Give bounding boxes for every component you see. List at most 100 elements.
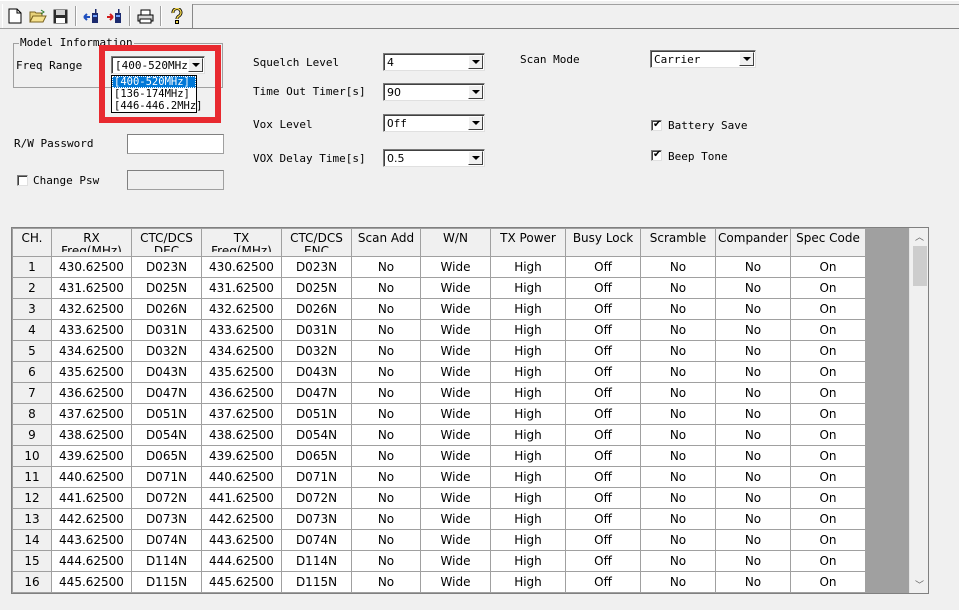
table-cell[interactable]: On: [790, 256, 866, 278]
channel-number-cell[interactable]: 2: [12, 277, 52, 299]
table-cell[interactable]: D073N: [131, 508, 202, 530]
table-cell[interactable]: High: [490, 571, 566, 593]
table-cell[interactable]: No: [351, 571, 421, 593]
table-cell[interactable]: No: [351, 382, 421, 404]
table-cell[interactable]: On: [790, 445, 866, 467]
table-cell[interactable]: Wide: [420, 361, 491, 383]
table-cell[interactable]: No: [715, 382, 791, 404]
table-cell[interactable]: 443.62500: [51, 529, 132, 551]
table-cell[interactable]: 437.62500: [201, 403, 282, 425]
squelch-level-dropdown-button[interactable]: [468, 55, 483, 69]
table-cell[interactable]: 433.62500: [51, 319, 132, 341]
new-file-button[interactable]: [3, 5, 26, 27]
table-cell[interactable]: Off: [565, 487, 641, 509]
table-cell[interactable]: D072N: [281, 487, 352, 509]
print-button[interactable]: [134, 5, 157, 27]
table-cell[interactable]: Wide: [420, 529, 491, 551]
table-cell[interactable]: Off: [565, 445, 641, 467]
table-cell[interactable]: No: [715, 298, 791, 320]
table-cell[interactable]: 435.62500: [51, 361, 132, 383]
table-cell[interactable]: 444.62500: [51, 550, 132, 572]
channel-number-cell[interactable]: 1: [12, 256, 52, 278]
channel-number-cell[interactable]: 15: [12, 550, 52, 572]
table-cell[interactable]: No: [640, 466, 716, 488]
table-cell[interactable]: Off: [565, 319, 641, 341]
table-cell[interactable]: D071N: [281, 466, 352, 488]
table-cell[interactable]: No: [640, 550, 716, 572]
table-cell[interactable]: Wide: [420, 277, 491, 299]
table-cell[interactable]: No: [351, 424, 421, 446]
table-cell[interactable]: 437.62500: [51, 403, 132, 425]
table-cell[interactable]: Off: [565, 508, 641, 530]
table-cell[interactable]: D114N: [131, 550, 202, 572]
table-cell[interactable]: Wide: [420, 256, 491, 278]
table-cell[interactable]: No: [715, 403, 791, 425]
channel-number-cell[interactable]: 4: [12, 319, 52, 341]
table-cell[interactable]: 432.62500: [51, 298, 132, 320]
table-cell[interactable]: High: [490, 508, 566, 530]
table-cell[interactable]: D031N: [131, 319, 202, 341]
table-cell[interactable]: Wide: [420, 319, 491, 341]
table-cell[interactable]: No: [715, 319, 791, 341]
table-cell[interactable]: D074N: [131, 529, 202, 551]
freq-range-option[interactable]: [400-520MHz]: [112, 76, 196, 88]
column-header[interactable]: TX Power: [490, 228, 566, 257]
table-cell[interactable]: High: [490, 424, 566, 446]
table-cell[interactable]: 436.62500: [51, 382, 132, 404]
column-header[interactable]: RX Freq(MHz): [51, 228, 132, 257]
table-cell[interactable]: High: [490, 361, 566, 383]
table-cell[interactable]: High: [490, 340, 566, 362]
table-cell[interactable]: No: [640, 277, 716, 299]
channel-number-cell[interactable]: 10: [12, 445, 52, 467]
table-cell[interactable]: On: [790, 529, 866, 551]
channel-number-cell[interactable]: 11: [12, 466, 52, 488]
table-cell[interactable]: On: [790, 508, 866, 530]
table-cell[interactable]: On: [790, 277, 866, 299]
table-cell[interactable]: Off: [565, 298, 641, 320]
table-cell[interactable]: On: [790, 550, 866, 572]
scan-mode-dropdown-button[interactable]: [739, 52, 754, 66]
table-cell[interactable]: No: [351, 529, 421, 551]
beep-tone-checkbox[interactable]: ✔: [651, 149, 662, 161]
table-cell[interactable]: No: [715, 424, 791, 446]
table-cell[interactable]: On: [790, 403, 866, 425]
table-cell[interactable]: Off: [565, 256, 641, 278]
table-cell[interactable]: On: [790, 382, 866, 404]
table-cell[interactable]: No: [640, 445, 716, 467]
table-cell[interactable]: High: [490, 529, 566, 551]
table-cell[interactable]: 443.62500: [201, 529, 282, 551]
table-cell[interactable]: No: [351, 340, 421, 362]
read-from-radio-button[interactable]: [80, 5, 103, 27]
table-cell[interactable]: No: [715, 340, 791, 362]
channel-number-cell[interactable]: 6: [12, 361, 52, 383]
table-cell[interactable]: On: [790, 319, 866, 341]
table-cell[interactable]: 430.62500: [51, 256, 132, 278]
table-cell[interactable]: No: [640, 508, 716, 530]
table-cell[interactable]: D026N: [131, 298, 202, 320]
table-cell[interactable]: D065N: [131, 445, 202, 467]
table-cell[interactable]: D047N: [281, 382, 352, 404]
table-cell[interactable]: D051N: [131, 403, 202, 425]
vox-level-dropdown-button[interactable]: [468, 116, 483, 130]
table-cell[interactable]: Off: [565, 361, 641, 383]
table-cell[interactable]: On: [790, 466, 866, 488]
table-cell[interactable]: Wide: [420, 571, 491, 593]
table-cell[interactable]: Off: [565, 529, 641, 551]
table-cell[interactable]: D032N: [281, 340, 352, 362]
table-cell[interactable]: No: [715, 277, 791, 299]
table-cell[interactable]: No: [715, 361, 791, 383]
table-cell[interactable]: No: [351, 277, 421, 299]
scrollbar-thumb[interactable]: [913, 246, 927, 286]
table-cell[interactable]: D031N: [281, 319, 352, 341]
table-cell[interactable]: Off: [565, 403, 641, 425]
change-psw-checkbox[interactable]: [17, 175, 28, 186]
column-header[interactable]: CH.: [12, 228, 52, 257]
table-cell[interactable]: High: [490, 277, 566, 299]
table-cell[interactable]: On: [790, 571, 866, 593]
table-cell[interactable]: 438.62500: [51, 424, 132, 446]
table-cell[interactable]: 440.62500: [51, 466, 132, 488]
table-cell[interactable]: D073N: [281, 508, 352, 530]
table-cell[interactable]: D025N: [131, 277, 202, 299]
table-cell[interactable]: High: [490, 403, 566, 425]
table-cell[interactable]: No: [640, 298, 716, 320]
